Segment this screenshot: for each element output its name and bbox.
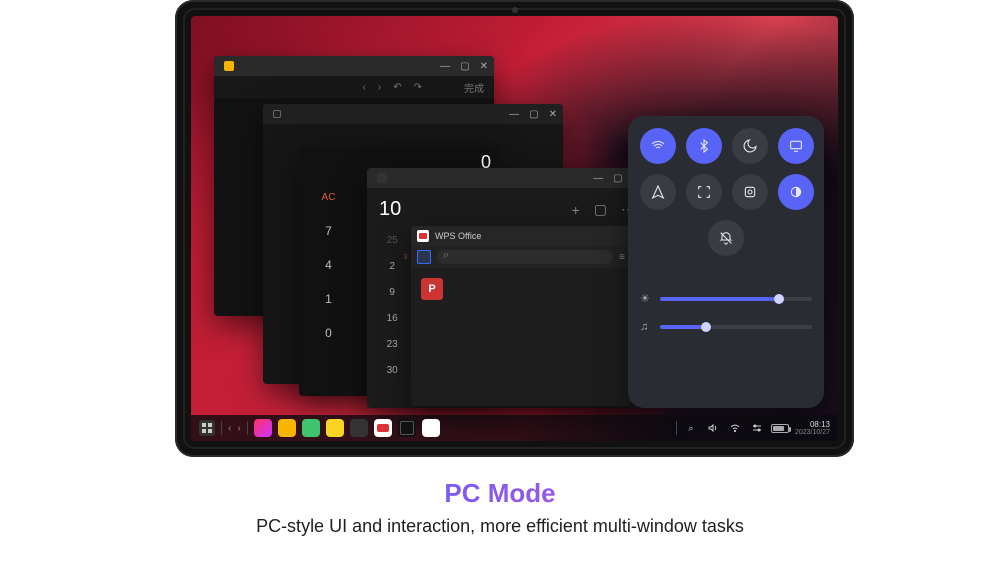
- taskbar-app-wps[interactable]: [374, 419, 392, 437]
- window-wps-title: WPS Office: [435, 231, 481, 241]
- today-button[interactable]: ▢: [594, 201, 607, 218]
- qs-screenrecord-button[interactable]: [732, 174, 768, 210]
- window-dark-titlebar[interactable]: — ▢ ✕: [263, 104, 563, 124]
- taskbar-app-dark[interactable]: [350, 419, 368, 437]
- window-wps-titlebar[interactable]: WPS Office: [411, 226, 631, 246]
- taskbar-launcher[interactable]: [199, 420, 215, 436]
- tablet-camera: [512, 7, 518, 13]
- app-icon: [273, 110, 281, 118]
- app-icon: [224, 61, 234, 71]
- minimize-button[interactable]: —: [509, 109, 519, 120]
- qs-bluetooth-toggle[interactable]: [686, 128, 722, 164]
- wps-panel-toggle[interactable]: [417, 250, 431, 264]
- quick-settings-panel[interactable]: ☀ ♫: [628, 116, 824, 408]
- taskbar-time: 08:13: [795, 421, 830, 429]
- window-browser-titlebar[interactable]: — ▢ ✕: [214, 56, 494, 76]
- minimize-button[interactable]: —: [593, 173, 603, 184]
- close-button[interactable]: ✕: [549, 109, 557, 120]
- qs-location-toggle[interactable]: [640, 174, 676, 210]
- taskbar-prev[interactable]: ‹: [228, 423, 231, 434]
- qs-mute-toggle[interactable]: [708, 220, 744, 256]
- key-7[interactable]: 7: [305, 214, 352, 248]
- undo-icon[interactable]: ↶: [393, 82, 401, 93]
- qs-cast-toggle[interactable]: [778, 128, 814, 164]
- taskbar-date: 2023/10/27: [795, 429, 830, 436]
- taskbar-wifi-icon[interactable]: [727, 420, 743, 436]
- taskbar-app-calculator[interactable]: [398, 419, 416, 437]
- calendar-day[interactable]: 16: [373, 305, 411, 331]
- calendar-month: 10: [379, 198, 401, 221]
- taskbar-search-icon[interactable]: ⌕: [683, 420, 699, 436]
- taskbar-clock[interactable]: 08:13 2023/10/27: [795, 421, 830, 436]
- wps-logo-icon: [417, 230, 429, 242]
- tablet-frame: — ▢ ✕ ‹ › ↶ ↷ 完成: [175, 0, 854, 457]
- add-event-button[interactable]: +: [572, 202, 580, 218]
- qs-dnd-toggle[interactable]: [732, 128, 768, 164]
- caption-title: PC Mode: [0, 478, 1000, 509]
- key-ac[interactable]: AC: [305, 180, 352, 214]
- taskbar-battery-icon[interactable]: [771, 424, 789, 433]
- taskbar-control-icon[interactable]: [749, 420, 765, 436]
- taskbar-volume-icon[interactable]: [705, 420, 721, 436]
- key-1[interactable]: 1: [305, 282, 352, 316]
- taskbar-divider: [247, 421, 248, 435]
- done-button[interactable]: 完成: [464, 80, 484, 95]
- window-wps[interactable]: WPS Office ≡ P: [411, 226, 631, 406]
- taskbar-next[interactable]: ›: [237, 423, 240, 434]
- qs-wifi-toggle[interactable]: [640, 128, 676, 164]
- qs-screenshot-button[interactable]: [686, 174, 722, 210]
- tablet-screen: — ▢ ✕ ‹ › ↶ ↷ 完成: [191, 16, 838, 441]
- window-browser-toolbar: ‹ › ↶ ↷ 完成: [214, 76, 494, 98]
- brightness-slider[interactable]: ☀: [640, 292, 812, 305]
- taskbar-app-1[interactable]: [254, 419, 272, 437]
- wps-menu-icon[interactable]: ≡: [619, 252, 625, 263]
- close-button[interactable]: ✕: [480, 61, 488, 72]
- wps-tile-presentation[interactable]: P: [421, 278, 443, 300]
- maximize-button[interactable]: ▢: [460, 61, 469, 72]
- wps-toolbar: ≡: [411, 246, 631, 268]
- calendar-day[interactable]: 9: [373, 279, 411, 305]
- minimize-button[interactable]: —: [440, 61, 450, 72]
- calendar-day[interactable]: 23: [373, 253, 411, 279]
- key-4[interactable]: 4: [305, 248, 352, 282]
- taskbar-app-files[interactable]: [278, 419, 296, 437]
- app-icon: [377, 173, 387, 183]
- caption-subtitle: PC-style UI and interaction, more effici…: [0, 516, 1000, 537]
- maximize-button[interactable]: ▢: [529, 109, 538, 120]
- taskbar-divider: [676, 421, 677, 435]
- taskbar[interactable]: ‹ › ⌕ 08:13 2023/10/: [191, 415, 838, 441]
- calendar-day[interactable]: 30: [373, 357, 411, 383]
- redo-icon[interactable]: ↷: [414, 82, 422, 93]
- taskbar-app-messages[interactable]: [302, 419, 320, 437]
- volume-slider[interactable]: ♫: [640, 321, 812, 333]
- window-calendar-titlebar[interactable]: — ▢ ✕: [367, 168, 647, 188]
- music-icon: ♫: [640, 321, 652, 333]
- qs-darkmode-toggle[interactable]: [778, 174, 814, 210]
- wps-search-input[interactable]: [437, 250, 613, 264]
- calendar-day[interactable]: 25: [373, 227, 411, 253]
- taskbar-app-white[interactable]: [422, 419, 440, 437]
- taskbar-app-notes[interactable]: [326, 419, 344, 437]
- key-0[interactable]: 0: [305, 316, 352, 350]
- brightness-icon: ☀: [640, 292, 652, 305]
- calendar-day[interactable]: 23: [373, 331, 411, 357]
- taskbar-divider: [221, 421, 222, 435]
- back-icon[interactable]: ‹: [363, 82, 366, 93]
- forward-icon[interactable]: ›: [378, 82, 381, 93]
- maximize-button[interactable]: ▢: [613, 173, 622, 184]
